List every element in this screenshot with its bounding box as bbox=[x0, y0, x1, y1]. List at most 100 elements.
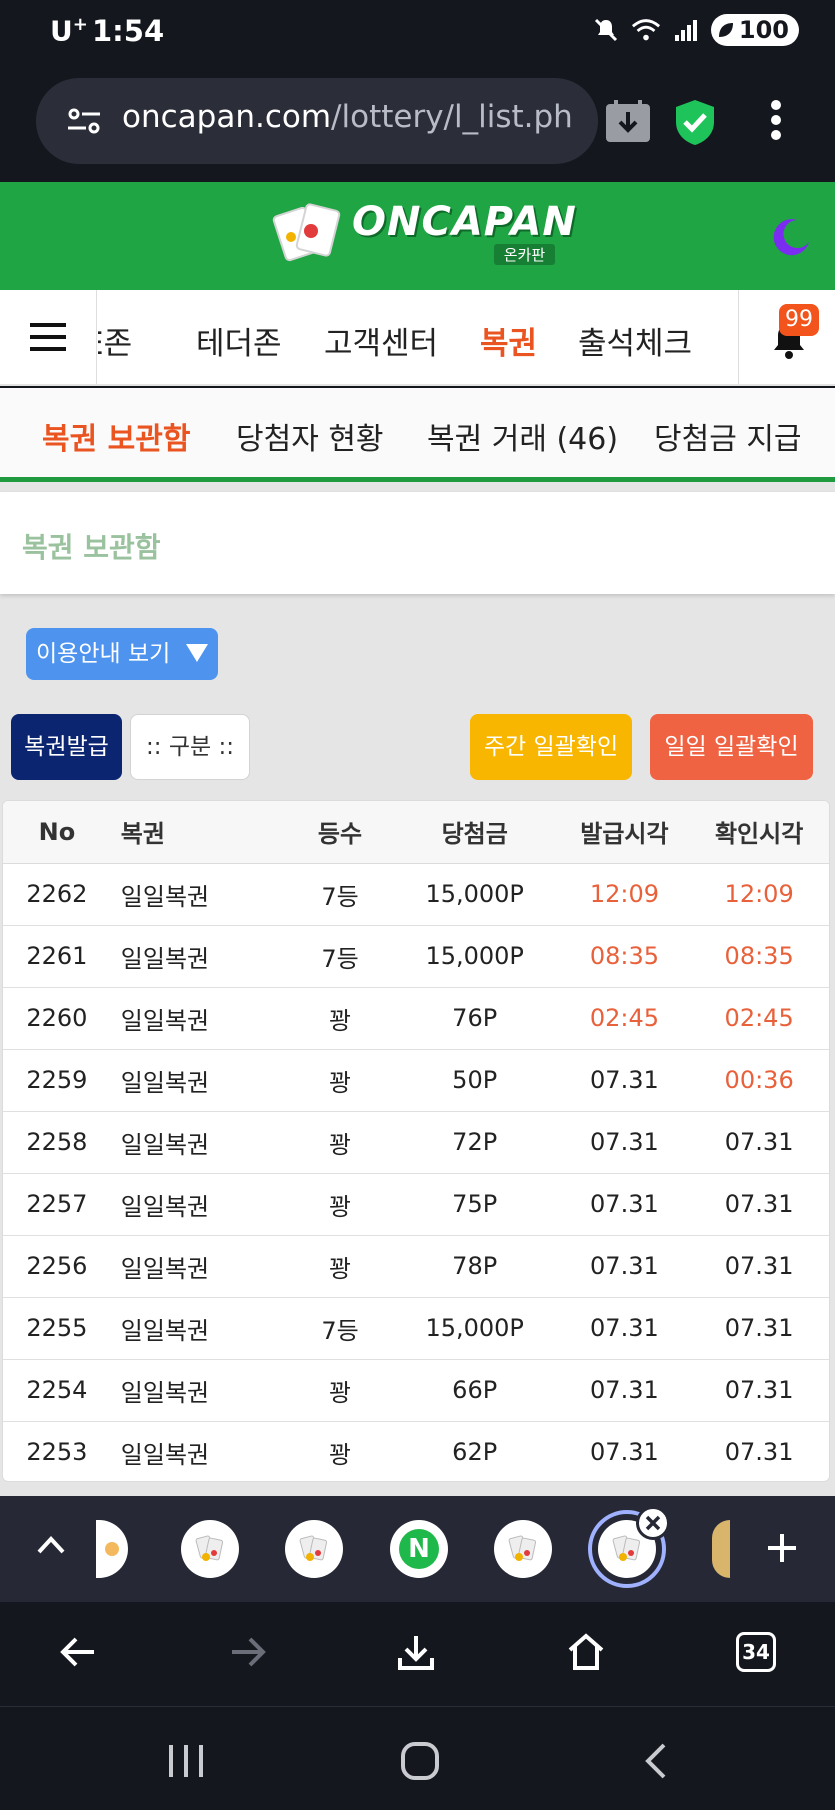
cell-checked-time: 07.31 bbox=[724, 1252, 794, 1280]
cell-issued-time: 07.31 bbox=[590, 1128, 659, 1156]
site-settings-icon[interactable] bbox=[66, 106, 102, 140]
tab-favicon[interactable] bbox=[285, 1520, 343, 1578]
guide-toggle-button[interactable]: 이용안내 보기 bbox=[26, 628, 218, 680]
cell-prize: 76P bbox=[452, 1004, 498, 1032]
tab-prize-payout[interactable]: 당첨금 지급 bbox=[654, 414, 802, 458]
mute-icon bbox=[591, 15, 621, 45]
table-row[interactable]: 2256 일일복권 꽝 78P 07.31 07.31 bbox=[3, 1235, 829, 1297]
table-row[interactable]: 2262 일일복권 7등 15,000P 12:09 12:09 bbox=[3, 863, 829, 925]
cell-lottery: 일일복권 bbox=[120, 1130, 210, 1159]
forward-arrow-icon[interactable] bbox=[228, 1632, 268, 1676]
clock: 1:54 bbox=[92, 14, 165, 48]
address-field[interactable]: oncapan.com/lottery/l_list.ph bbox=[36, 78, 598, 164]
weekly-check-all-button[interactable]: 주간 일괄확인 bbox=[470, 714, 632, 780]
cell-checked-time: 00:36 bbox=[724, 1066, 794, 1094]
cell-prize: 66P bbox=[452, 1376, 498, 1404]
cell-no: 2255 bbox=[26, 1314, 88, 1342]
notifications[interactable]: 99 bbox=[738, 290, 835, 384]
table-row[interactable]: 2254 일일복권 꽝 66P 07.31 07.31 bbox=[3, 1359, 829, 1421]
more-menu-icon[interactable] bbox=[770, 100, 782, 144]
tab-winners[interactable]: 당첨자 현황 bbox=[236, 414, 384, 458]
daily-check-all-button[interactable]: 일일 일괄확인 bbox=[650, 714, 813, 780]
nav-item-tether-zone[interactable]: 테더존 bbox=[196, 318, 282, 363]
category-select[interactable]: :: 구분 :: bbox=[130, 714, 250, 780]
table-row[interactable]: 2258 일일복권 꽝 72P 07.31 07.31 bbox=[3, 1111, 829, 1173]
table-row[interactable]: 2257 일일복권 꽝 75P 07.31 07.31 bbox=[3, 1173, 829, 1235]
tab-count-icon[interactable]: 34 bbox=[736, 1632, 776, 1672]
cell-rank: 7등 bbox=[321, 944, 359, 973]
cell-rank: 7등 bbox=[321, 882, 359, 911]
signal-icon bbox=[671, 15, 701, 45]
cell-prize: 15,000P bbox=[425, 942, 524, 970]
home-icon[interactable] bbox=[566, 1632, 606, 1676]
tab-lottery-trade[interactable]: 복권 거래 (46) bbox=[427, 414, 618, 458]
nav-item-lottery[interactable]: 복권 bbox=[480, 318, 537, 363]
download-page-icon[interactable] bbox=[604, 100, 652, 148]
cell-lottery: 일일복권 bbox=[120, 1006, 210, 1035]
cell-no: 2257 bbox=[26, 1190, 88, 1218]
table-row[interactable]: 2255 일일복권 7등 15,000P 07.31 07.31 bbox=[3, 1297, 829, 1359]
leaf-icon bbox=[718, 23, 733, 37]
recent-apps-icon[interactable] bbox=[166, 1743, 206, 1783]
chevron-up-icon[interactable] bbox=[36, 1532, 66, 1560]
cell-no: 2258 bbox=[26, 1128, 88, 1156]
logo-wordmark: ONCAPAN bbox=[352, 199, 577, 245]
url-text[interactable]: oncapan.com/lottery/l_list.ph bbox=[122, 99, 592, 135]
cell-lottery: 일일복권 bbox=[120, 1192, 210, 1221]
cell-prize: 15,000P bbox=[425, 880, 524, 908]
dark-mode-moon-icon[interactable] bbox=[771, 216, 811, 256]
browser-toolbar: 34 bbox=[0, 1602, 835, 1706]
hamburger-menu-icon[interactable] bbox=[0, 290, 97, 384]
status-bar: U+ 1:54 100 bbox=[0, 0, 835, 64]
main-nav: E존 테더존 고객센터 복권 출석체크 99 bbox=[0, 290, 835, 386]
cell-lottery: 일일복권 bbox=[120, 1068, 210, 1097]
battery-indicator: 100 bbox=[710, 14, 799, 46]
nav-item-ezone[interactable]: E존 bbox=[98, 318, 132, 363]
cell-rank: 꽝 bbox=[328, 1068, 352, 1097]
system-back-icon[interactable] bbox=[640, 1741, 670, 1785]
site-logo[interactable]: ONCAPAN 온카판 bbox=[271, 199, 577, 265]
issue-lottery-button[interactable]: 복권발급 bbox=[11, 714, 122, 780]
cell-no: 2254 bbox=[26, 1376, 88, 1404]
cell-lottery: 일일복권 bbox=[120, 882, 210, 911]
browser-url-bar: oncapan.com/lottery/l_list.ph bbox=[0, 64, 835, 182]
shield-check-icon[interactable] bbox=[674, 98, 716, 150]
cell-rank: 꽝 bbox=[328, 1192, 352, 1221]
table-row[interactable]: 2253 일일복권 꽝 62P 07.31 07.31 bbox=[3, 1421, 829, 1481]
plus-icon[interactable] bbox=[764, 1530, 800, 1570]
back-arrow-icon[interactable] bbox=[58, 1632, 98, 1676]
col-header-no: No bbox=[3, 801, 111, 864]
logo-cards-icon bbox=[271, 201, 342, 264]
download-icon[interactable] bbox=[396, 1632, 436, 1676]
cell-no: 2253 bbox=[26, 1438, 88, 1467]
table-row[interactable]: 2259 일일복권 꽝 50P 07.31 00:36 bbox=[3, 1049, 829, 1111]
nav-item-attendance[interactable]: 출석체크 bbox=[578, 318, 692, 363]
carrier: U+ bbox=[50, 14, 88, 48]
tab-lottery-box[interactable]: 복권 보관함 bbox=[42, 414, 190, 458]
tab-favicon[interactable] bbox=[494, 1520, 552, 1578]
title-box: 복권 보관함 bbox=[0, 492, 835, 594]
home-button-icon[interactable] bbox=[400, 1741, 440, 1785]
cell-checked-time: 07.31 bbox=[724, 1128, 794, 1156]
cell-checked-time: 07.31 bbox=[724, 1376, 794, 1404]
site-header: ONCAPAN 온카판 bbox=[0, 182, 835, 290]
cell-rank: 꽝 bbox=[328, 1130, 352, 1159]
guide-button-label: 이용안내 보기 bbox=[36, 641, 171, 667]
col-header-prize: 당첨금 bbox=[389, 801, 560, 864]
table-row[interactable]: 2261 일일복권 7등 15,000P 08:35 08:35 bbox=[3, 925, 829, 987]
tab-favicon[interactable] bbox=[96, 1520, 128, 1578]
close-tab-icon[interactable] bbox=[636, 1506, 670, 1540]
cell-checked-time: 08:35 bbox=[724, 942, 794, 970]
cell-issued-time: 02:45 bbox=[589, 1004, 659, 1032]
tab-favicon[interactable] bbox=[712, 1520, 730, 1578]
nav-item-customer-center[interactable]: 고객센터 bbox=[324, 318, 438, 363]
cell-issued-time: 07.31 bbox=[590, 1376, 659, 1404]
table-row[interactable]: 2260 일일복권 꽝 76P 02:45 02:45 bbox=[3, 987, 829, 1049]
cell-checked-time: 02:45 bbox=[724, 1004, 794, 1032]
tab-favicon[interactable] bbox=[181, 1520, 239, 1578]
naver-favicon[interactable]: N bbox=[390, 1520, 448, 1578]
cell-lottery: 일일복권 bbox=[120, 1316, 210, 1345]
cell-prize: 50P bbox=[452, 1066, 498, 1094]
cell-rank: 꽝 bbox=[328, 1006, 352, 1035]
cell-rank: 7등 bbox=[321, 1316, 359, 1345]
